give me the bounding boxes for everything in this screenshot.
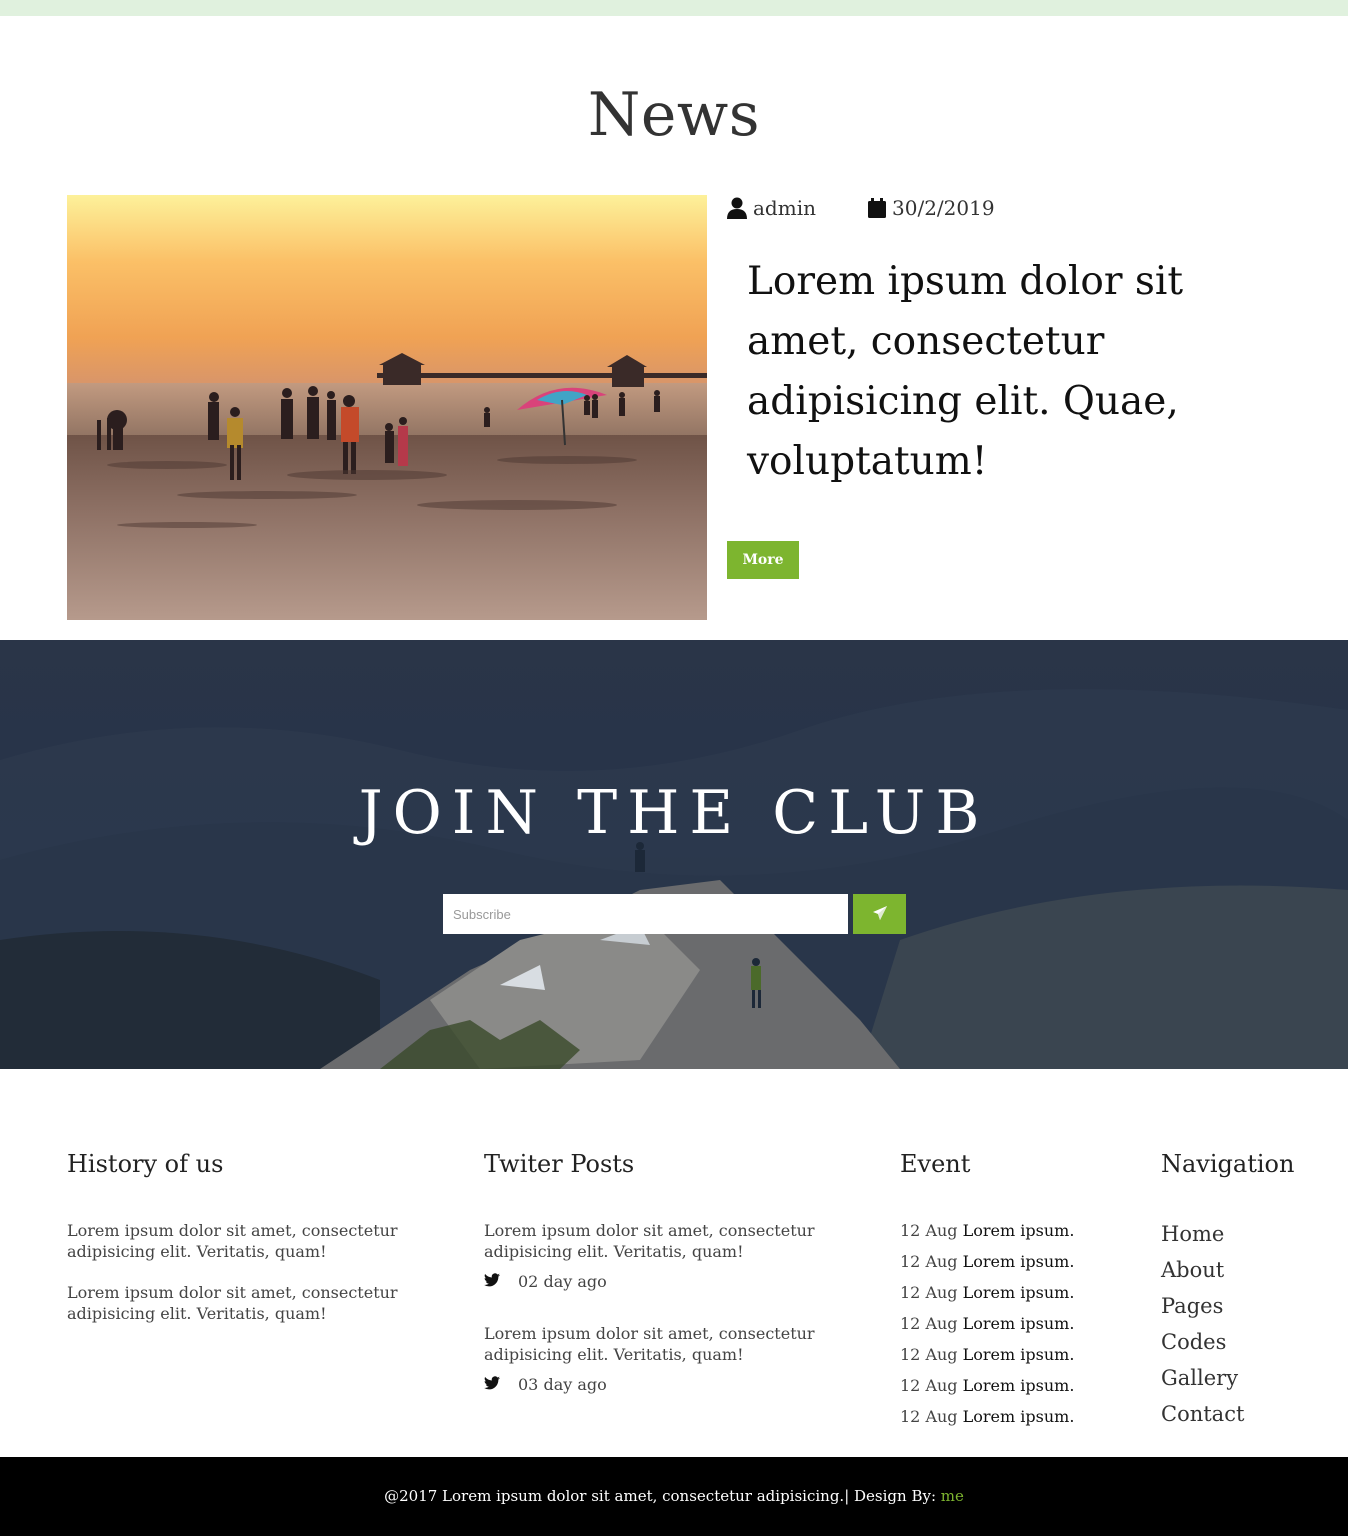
user-icon — [727, 197, 747, 219]
event-date: 12 Aug — [900, 1376, 958, 1395]
join-club-section — [0, 640, 1348, 1069]
news-headline: Lorem ipsum dolor sit amet, consectetur … — [747, 259, 1184, 484]
history-paragraph: Lorem ipsum dolor sit amet, consectetur … — [67, 1221, 398, 1261]
event-text: Lorem ipsum. — [962, 1407, 1075, 1426]
event-date: 12 Aug — [900, 1283, 958, 1302]
event-title: Event — [900, 1150, 971, 1178]
event-item[interactable]: 12 Aug Lorem ipsum. — [900, 1406, 1074, 1437]
author-name: admin — [753, 196, 816, 220]
event-date: 12 Aug — [900, 1345, 958, 1364]
footer-bar: @2017 Lorem ipsum dolor sit amet, consec… — [0, 1457, 1348, 1536]
event-item[interactable]: 12 Aug Lorem ipsum. — [900, 1220, 1074, 1251]
event-text: Lorem ipsum. — [962, 1345, 1075, 1364]
footer-nav: Home About Pages Codes Gallery Contact — [1161, 1220, 1244, 1436]
event-item[interactable]: 12 Aug Lorem ipsum. — [900, 1313, 1074, 1344]
nav-link-codes[interactable]: Codes — [1161, 1328, 1244, 1364]
join-club-title: JOIN THE CLUB — [358, 778, 990, 848]
history-title: History of us — [67, 1150, 224, 1178]
copyright-text: @2017 Lorem ipsum dolor sit amet, consec… — [384, 1487, 941, 1505]
event-item[interactable]: 12 Aug Lorem ipsum. — [900, 1375, 1074, 1406]
event-text: Lorem ipsum. — [962, 1252, 1075, 1271]
event-item[interactable]: 12 Aug Lorem ipsum. — [900, 1251, 1074, 1282]
event-text: Lorem ipsum. — [962, 1314, 1075, 1333]
event-date: 12 Aug — [900, 1221, 958, 1240]
post-date: 30/2/2019 — [892, 196, 995, 220]
news-image — [67, 195, 707, 620]
subscribe-button[interactable] — [853, 894, 906, 934]
twitter-title: Twiter Posts — [484, 1150, 635, 1178]
event-text: Lorem ipsum. — [962, 1376, 1075, 1395]
tweet-text: Lorem ipsum dolor sit amet, consectetur … — [484, 1324, 815, 1364]
author-meta: admin — [727, 196, 816, 220]
event-date: 12 Aug — [900, 1407, 958, 1426]
event-list: 12 Aug Lorem ipsum. 12 Aug Lorem ipsum. … — [900, 1220, 1074, 1437]
date-meta: 30/2/2019 — [868, 196, 995, 220]
event-item[interactable]: 12 Aug Lorem ipsum. — [900, 1282, 1074, 1313]
tweet-time: 02 day ago — [518, 1272, 607, 1291]
news-title: News — [587, 80, 761, 150]
paper-plane-icon — [872, 905, 887, 923]
history-paragraph: Lorem ipsum dolor sit amet, consectetur … — [67, 1283, 398, 1323]
navigation-title: Navigation — [1161, 1150, 1295, 1178]
calendar-icon — [868, 198, 886, 218]
mountain-background — [0, 640, 1348, 1069]
event-date: 12 Aug — [900, 1252, 958, 1271]
event-date: 12 Aug — [900, 1314, 958, 1333]
twitter-icon — [484, 1375, 500, 1394]
tweet-meta: 02 day ago — [484, 1272, 607, 1291]
top-bar — [0, 0, 1348, 16]
event-item[interactable]: 12 Aug Lorem ipsum. — [900, 1344, 1074, 1375]
nav-link-pages[interactable]: Pages — [1161, 1292, 1244, 1328]
nav-link-about[interactable]: About — [1161, 1256, 1244, 1292]
tweet-time: 03 day ago — [518, 1375, 607, 1394]
nav-link-contact[interactable]: Contact — [1161, 1400, 1244, 1436]
event-text: Lorem ipsum. — [962, 1283, 1075, 1302]
subscribe-input[interactable] — [443, 894, 848, 934]
designer-link[interactable]: me — [941, 1487, 964, 1505]
more-button[interactable]: More — [727, 541, 799, 579]
event-text: Lorem ipsum. — [962, 1221, 1075, 1240]
twitter-icon — [484, 1272, 500, 1291]
nav-link-home[interactable]: Home — [1161, 1220, 1244, 1256]
tweet-text: Lorem ipsum dolor sit amet, consectetur … — [484, 1221, 815, 1261]
nav-link-gallery[interactable]: Gallery — [1161, 1364, 1244, 1400]
tweet-meta: 03 day ago — [484, 1375, 607, 1394]
